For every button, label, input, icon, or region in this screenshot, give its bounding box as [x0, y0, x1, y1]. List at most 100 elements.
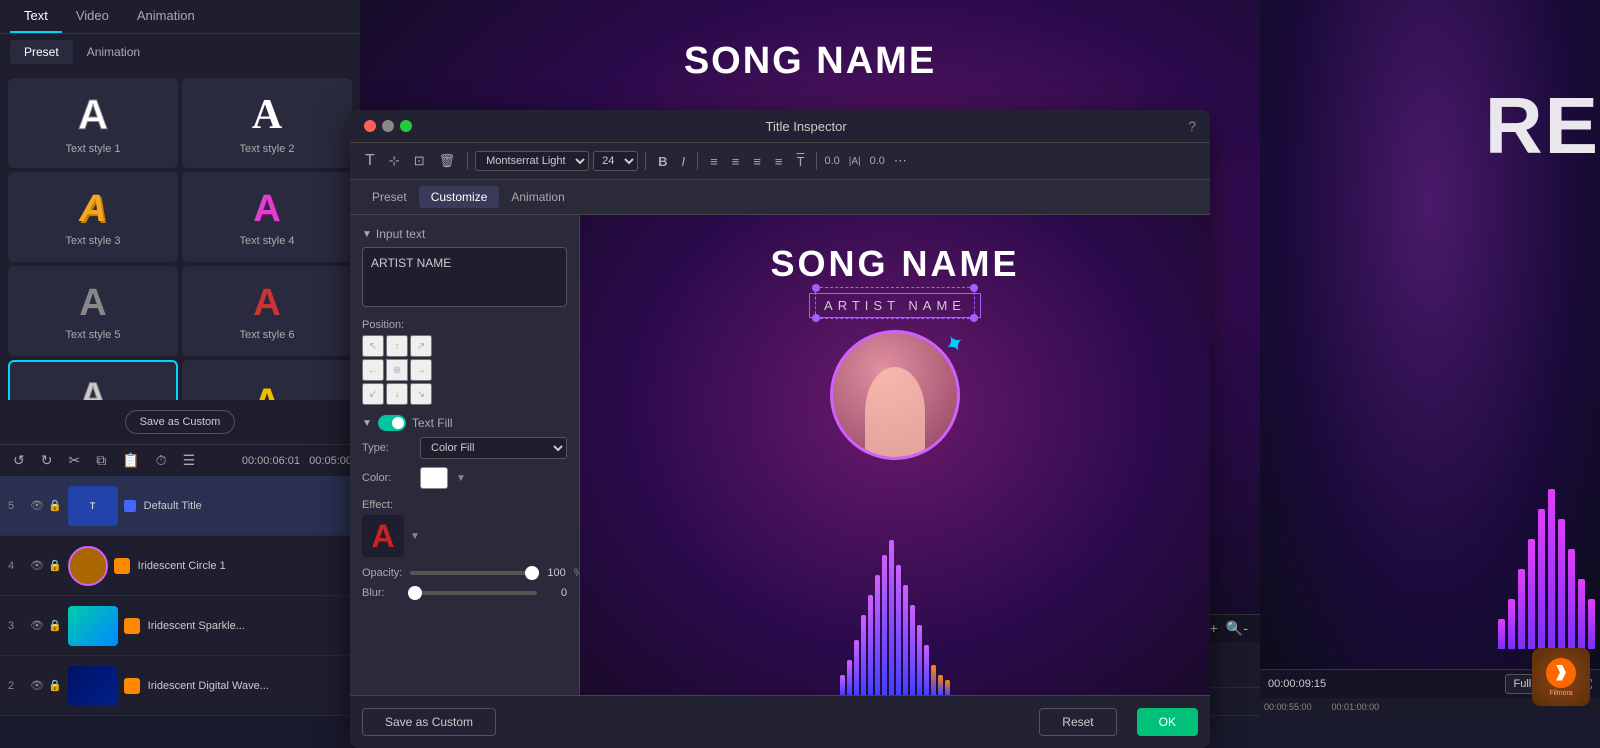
align-left-button[interactable]: ≡: [705, 151, 723, 172]
lock-icon[interactable]: 🔒: [48, 679, 62, 692]
style-label: Text style 5: [65, 329, 120, 341]
font-size-select[interactable]: 24 18 36 48 72 80: [593, 151, 638, 171]
style-letter: A: [78, 91, 108, 139]
layer-item-2[interactable]: 2 👁 🔒 Iridescent Digital Wave...: [0, 656, 360, 716]
eye-icon[interactable]: 👁: [30, 499, 44, 512]
text-style-2[interactable]: A Text style 2: [182, 78, 352, 168]
text-fill-toggle[interactable]: [378, 415, 406, 431]
font-select[interactable]: Montserrat Light Roboto Medium Arial: [475, 151, 589, 171]
paste-button[interactable]: 📋: [117, 449, 144, 472]
filmora-label: Filmora: [1549, 690, 1572, 697]
text-style-yellow[interactable]: A: [182, 360, 352, 400]
tab-text[interactable]: Text: [10, 0, 62, 33]
save-as-custom-button[interactable]: Save as Custom: [125, 410, 236, 434]
eye-icon[interactable]: 👁: [30, 679, 44, 692]
type-select[interactable]: Color Fill Gradient Fill: [420, 437, 567, 459]
pos-middle-right[interactable]: →: [410, 359, 432, 381]
pos-bottom-right[interactable]: ↘: [410, 383, 432, 405]
ok-button[interactable]: OK: [1137, 708, 1198, 736]
lock-icon[interactable]: 🔒: [48, 619, 62, 632]
undo-button[interactable]: ↺: [8, 449, 30, 472]
right-panel: RE 00:00:09:15 Full 50% 75%: [1260, 0, 1600, 716]
filmora-badge: Filmora: [1532, 648, 1590, 706]
justify-button[interactable]: ≡: [770, 151, 788, 172]
timer-button[interactable]: ⏱: [151, 449, 172, 472]
text-tool-button[interactable]: T: [360, 149, 380, 173]
text-style-6[interactable]: A Text style 6: [182, 266, 352, 356]
toolbar-divider: [816, 152, 817, 170]
opacity-row: Opacity: 100 %: [362, 567, 567, 579]
color-row: Color: ▼: [362, 467, 567, 489]
layer-num: 3: [8, 620, 24, 632]
zoom-out-button[interactable]: 🔍-: [1226, 620, 1248, 637]
help-icon[interactable]: ?: [1188, 118, 1196, 134]
pos-bottom-left[interactable]: ↙: [362, 383, 384, 405]
pos-center[interactable]: ⊕: [386, 359, 408, 381]
style-label: Text style 2: [239, 143, 294, 155]
layer-item-5[interactable]: 5 👁 🔒 T Default Title: [0, 476, 360, 536]
layer-item-3[interactable]: 3 👁 🔒 Iridescent Sparkle...: [0, 596, 360, 656]
style-letter: A: [253, 188, 280, 231]
modal-tab-preset[interactable]: Preset: [360, 186, 419, 208]
lock-icon[interactable]: 🔒: [48, 559, 62, 572]
text-styles-grid: A Text style 1 A Text style 2 A Text sty…: [0, 70, 360, 400]
eye-icon[interactable]: 👁: [30, 559, 44, 572]
text-style-0[interactable]: A Text Style 0: [8, 360, 178, 400]
color-swatch[interactable]: [420, 467, 448, 489]
align-right-button[interactable]: ≡: [748, 151, 766, 172]
lock-icon[interactable]: 🔒: [48, 499, 62, 512]
modal-tab-customize[interactable]: Customize: [419, 186, 500, 208]
maximize-dot[interactable]: [400, 120, 412, 132]
transform-tool-button[interactable]: ⊡: [409, 150, 430, 172]
modal-body: ▼ Input text ARTIST NAME Position: ↖ ↑ ↗…: [350, 215, 1210, 695]
text-style-5[interactable]: A Text style 5: [8, 266, 178, 356]
input-text-field[interactable]: ARTIST NAME: [362, 247, 567, 307]
text-fill-label: Text Fill: [412, 416, 453, 430]
close-dot[interactable]: [364, 120, 376, 132]
reset-button[interactable]: Reset: [1039, 708, 1116, 736]
effect-letter-button[interactable]: A: [362, 515, 404, 557]
tab-animation[interactable]: Animation: [123, 0, 209, 33]
cut-button[interactable]: ✂: [63, 449, 85, 472]
pos-bottom-center[interactable]: ↓: [386, 383, 408, 405]
layer-item-4[interactable]: 4 👁 🔒 Iridescent Circle 1: [0, 536, 360, 596]
list-button[interactable]: ☰: [178, 449, 201, 472]
opacity-slider[interactable]: [410, 571, 539, 575]
pos-middle-left[interactable]: ←: [362, 359, 384, 381]
italic-button[interactable]: I: [677, 151, 691, 172]
layer-icons: 👁 🔒: [30, 619, 62, 632]
copy-button[interactable]: ⧉: [91, 449, 111, 472]
text-style-3[interactable]: A Text style 3: [8, 172, 178, 262]
minimize-dot[interactable]: [382, 120, 394, 132]
blur-slider[interactable]: [408, 591, 537, 595]
eye-icon[interactable]: 👁: [30, 619, 44, 632]
pos-top-center[interactable]: ↑: [386, 335, 408, 357]
style-label: Text style 4: [239, 235, 294, 247]
layer-thumbnail: [68, 666, 118, 706]
handle-tl[interactable]: [812, 284, 820, 292]
layer-num: 4: [8, 560, 24, 572]
input-text-section-header[interactable]: ▼ Input text: [362, 227, 567, 241]
pos-top-left[interactable]: ↖: [362, 335, 384, 357]
handle-tr[interactable]: [970, 284, 978, 292]
tab-video[interactable]: Video: [62, 0, 123, 33]
crop-tool-button[interactable]: ⊹: [384, 150, 405, 172]
preview-artist-name[interactable]: ARTIST NAME: [809, 293, 981, 318]
pos-top-right[interactable]: ↗: [410, 335, 432, 357]
preview-song-name: SONG NAME: [770, 243, 1019, 285]
align-center-button[interactable]: ≡: [727, 151, 745, 172]
text-fill-section: ▼ Text Fill Type: Color Fill Gradient Fi…: [362, 415, 567, 489]
text-style-1[interactable]: A Text style 1: [8, 78, 178, 168]
delete-tool-button[interactable]: 🗑: [434, 150, 461, 172]
style-letter: A: [252, 91, 282, 139]
bold-button[interactable]: B: [653, 151, 672, 172]
text-style-4[interactable]: A Text style 4: [182, 172, 352, 262]
preset-tab-animation[interactable]: Animation: [73, 40, 154, 64]
modal-preview: SONG NAME ARTIST NAME ✦: [580, 215, 1210, 695]
save-as-custom-modal-button[interactable]: Save as Custom: [362, 708, 496, 736]
modal-tab-animation[interactable]: Animation: [499, 186, 576, 208]
more-options-button[interactable]: ⋯: [889, 150, 912, 172]
overline-button[interactable]: T: [792, 151, 810, 172]
preset-tab-preset[interactable]: Preset: [10, 40, 73, 64]
redo-button[interactable]: ↻: [36, 449, 58, 472]
